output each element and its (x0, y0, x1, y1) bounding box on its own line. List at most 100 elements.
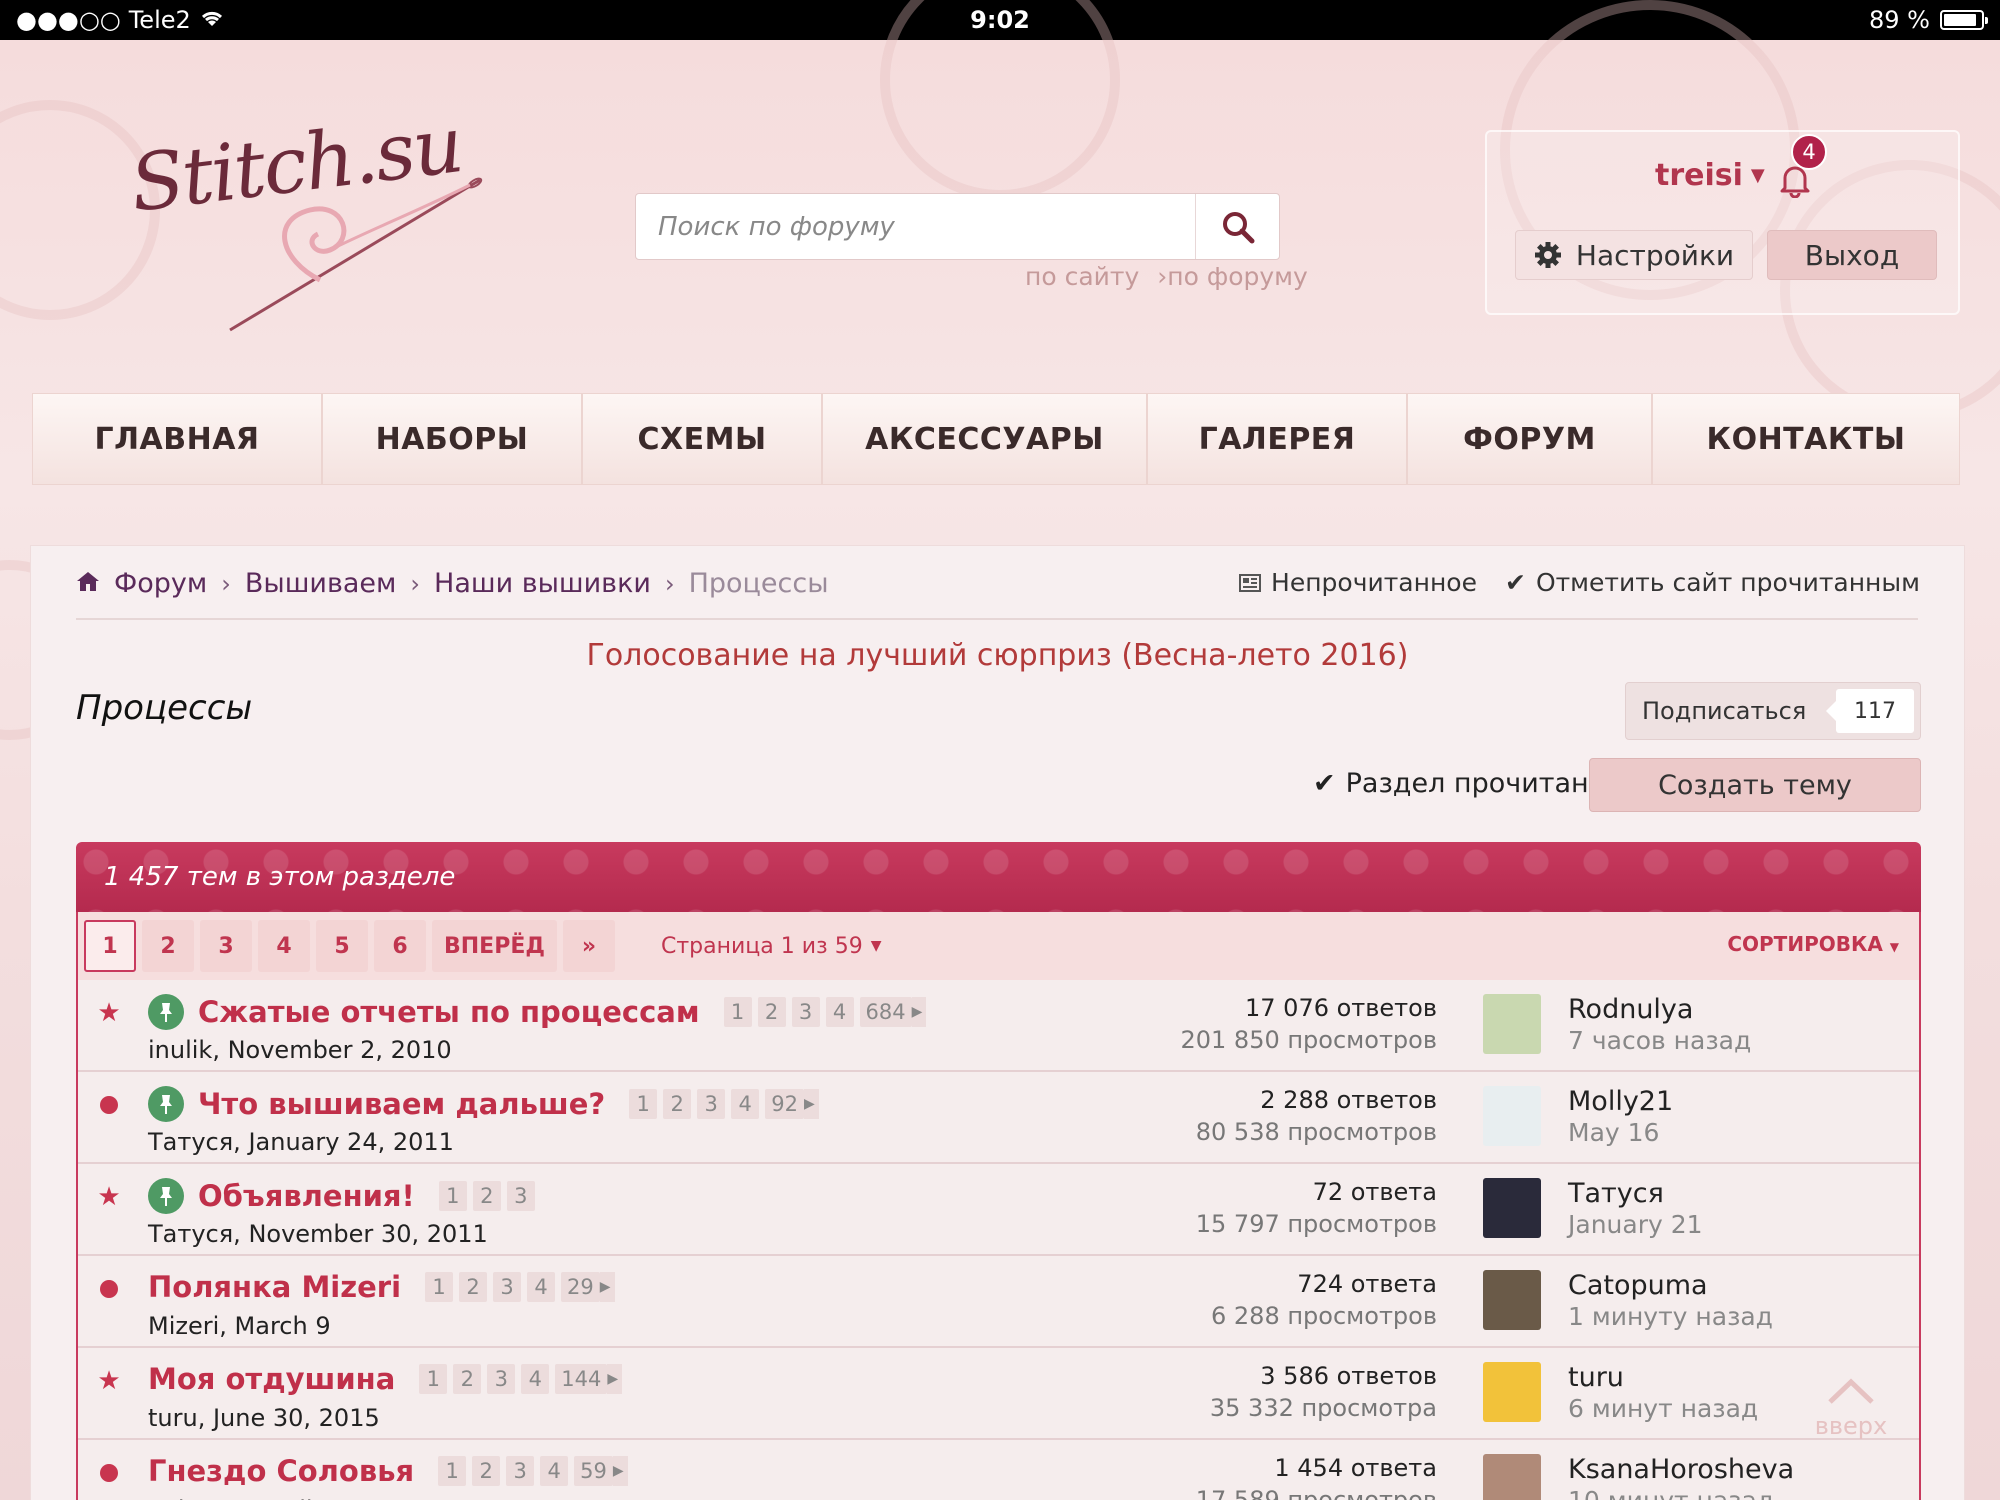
last-post-time[interactable]: 10 минут назад (1568, 1486, 1774, 1500)
last-post-time[interactable]: 6 минут назад (1568, 1394, 1758, 1423)
breadcrumb-our-works[interactable]: Наши вышивки (434, 568, 651, 599)
avatar[interactable] (1483, 1362, 1541, 1422)
topic-page-link[interactable]: 4 (540, 1456, 569, 1486)
last-poster[interactable]: Catopuma (1568, 1270, 1708, 1301)
topic-page-link[interactable]: 3 (506, 1181, 535, 1211)
topic-page-link[interactable]: 2 (459, 1272, 488, 1302)
search-button[interactable] (1195, 194, 1279, 259)
last-poster[interactable]: Татуся (1568, 1178, 1664, 1209)
breadcrumb: Форум › Вышиваем › Наши вышивки › Процес… (76, 568, 829, 599)
nav-item-charts[interactable]: СХЕМЫ (583, 394, 823, 484)
topic-page-link[interactable]: 2 (757, 997, 786, 1027)
subscribe-button[interactable]: Подписаться 117 (1625, 682, 1921, 740)
nav-item-contacts[interactable]: КОНТАКТЫ (1653, 394, 1959, 484)
nav-item-forum[interactable]: ФОРУМ (1408, 394, 1653, 484)
scope-forum-link[interactable]: ›по форуму (1157, 262, 1308, 291)
notice-link[interactable]: Голосование на лучший сюрприз (Весна-лет… (31, 638, 1964, 673)
avatar[interactable] (1483, 994, 1541, 1054)
topic-page-link[interactable]: 144 (555, 1364, 608, 1394)
avatar[interactable] (1483, 1454, 1541, 1500)
topic-title[interactable]: Сжатые отчеты по процессам (198, 995, 700, 1029)
logout-button[interactable]: Выход (1767, 230, 1937, 280)
page-5[interactable]: 5 (316, 920, 368, 972)
topic-page-link[interactable]: 3 (791, 997, 820, 1027)
search-input[interactable] (636, 194, 1195, 259)
nav-item-gallery[interactable]: ГАЛЕРЕЯ (1148, 394, 1408, 484)
page-select[interactable]: Страница 1 из 59 ▼ (661, 934, 882, 959)
back-to-top[interactable]: вверх (1811, 1376, 1891, 1446)
topic-page-link[interactable]: 2 (472, 1181, 501, 1211)
page-2[interactable]: 2 (142, 920, 194, 972)
topic-title[interactable]: Что вышиваем дальше? (198, 1087, 605, 1121)
star-icon[interactable]: ★ (96, 1368, 122, 1394)
page-1[interactable]: 1 (84, 920, 136, 972)
topic-title[interactable]: Объявления! (198, 1179, 415, 1213)
topic-page-link[interactable]: 29 (561, 1272, 600, 1302)
divider (76, 618, 1918, 620)
site-logo[interactable]: Stitch.su (126, 100, 510, 340)
unread-dot-icon[interactable] (96, 1092, 122, 1118)
topic-title[interactable]: Гнездо Соловья (148, 1454, 414, 1488)
topic-page-link[interactable]: 92 (765, 1089, 804, 1119)
avatar[interactable] (1483, 1270, 1541, 1330)
last-poster[interactable]: Molly21 (1568, 1086, 1673, 1117)
last-post-time[interactable]: 7 часов назад (1568, 1026, 1751, 1055)
topic-page-link[interactable]: 4 (731, 1089, 760, 1119)
page-title: Процессы (76, 688, 253, 728)
last-page-button[interactable]: » (562, 920, 615, 972)
settings-button[interactable]: Настройки (1515, 230, 1753, 280)
chevron-right-icon: › (410, 569, 421, 598)
topic-page-link[interactable]: 4 (521, 1364, 550, 1394)
topic-page-link[interactable]: 4 (825, 997, 854, 1027)
unread-dot-icon[interactable] (96, 1460, 122, 1486)
topic-page-link[interactable]: 3 (493, 1272, 522, 1302)
nav-item-kits[interactable]: НАБОРЫ (323, 394, 583, 484)
last-post-time[interactable]: January 21 (1568, 1210, 1703, 1239)
page-4[interactable]: 4 (258, 920, 310, 972)
star-icon[interactable]: ★ (96, 1000, 122, 1026)
avatar[interactable] (1483, 1086, 1541, 1146)
topic-page-link[interactable]: 2 (453, 1364, 482, 1394)
scope-site-link[interactable]: по сайту (1025, 262, 1139, 291)
page-6[interactable]: 6 (374, 920, 426, 972)
topic-page-link[interactable]: 4 (527, 1272, 556, 1302)
topic-page-link[interactable]: 3 (487, 1364, 516, 1394)
breadcrumb-embroidery[interactable]: Вышиваем (245, 568, 397, 599)
unread-link[interactable]: Непрочитанное (1239, 568, 1477, 597)
nav-item-home[interactable]: ГЛАВНАЯ (33, 394, 323, 484)
topic-page-link[interactable]: 684 (859, 997, 912, 1027)
avatar[interactable] (1483, 1178, 1541, 1238)
page-3[interactable]: 3 (200, 920, 252, 972)
last-poster[interactable]: KsanaHorosheva (1568, 1454, 1794, 1485)
last-poster[interactable]: turu (1568, 1362, 1624, 1393)
topic-page-link[interactable]: 3 (506, 1456, 535, 1486)
pagination: 1 2 3 4 5 6 ВПЕРЁД » Страница 1 из 59 ▼ … (76, 912, 1921, 980)
star-icon[interactable]: ★ (96, 1184, 122, 1210)
last-poster[interactable]: Rodnulya (1568, 994, 1693, 1025)
nav-item-accessories[interactable]: АКСЕССУАРЫ (823, 394, 1148, 484)
next-page-button[interactable]: ВПЕРЁД (432, 920, 557, 972)
topic-page-link[interactable]: 2 (663, 1089, 692, 1119)
section-read-link[interactable]: ✔ Раздел прочитан (1313, 768, 1589, 799)
topic-page-link[interactable]: 1 (438, 1456, 467, 1486)
topic-pages: 1 2 3 4 29 ▶ (425, 1272, 615, 1302)
topic-page-link[interactable]: 1 (723, 997, 752, 1027)
last-post-time[interactable]: 1 минуту назад (1568, 1302, 1773, 1331)
topic-page-link[interactable]: 2 (472, 1456, 501, 1486)
topic-page-link[interactable]: 3 (697, 1089, 726, 1119)
topic-title[interactable]: Полянка Mizeri (148, 1270, 401, 1304)
unread-dot-icon[interactable] (96, 1276, 122, 1302)
topic-page-link[interactable]: 59 (574, 1456, 613, 1486)
create-topic-button[interactable]: Создать тему (1589, 758, 1921, 812)
check-icon: ✔ (1504, 568, 1526, 597)
topic-page-link[interactable]: 1 (438, 1181, 467, 1211)
sort-menu[interactable]: СОРТИРОВКА ▼ (1727, 932, 1899, 956)
breadcrumb-forum[interactable]: Форум (114, 568, 207, 599)
username-menu[interactable]: treisi ▼ (1655, 158, 1765, 193)
last-post-time[interactable]: May 16 (1568, 1118, 1659, 1147)
topic-title[interactable]: Моя отдушина (148, 1362, 395, 1396)
topic-page-link[interactable]: 1 (419, 1364, 448, 1394)
mark-read-link[interactable]: ✔ Отметить сайт прочитанным (1505, 568, 1920, 597)
topic-page-link[interactable]: 1 (425, 1272, 454, 1302)
topic-page-link[interactable]: 1 (629, 1089, 658, 1119)
